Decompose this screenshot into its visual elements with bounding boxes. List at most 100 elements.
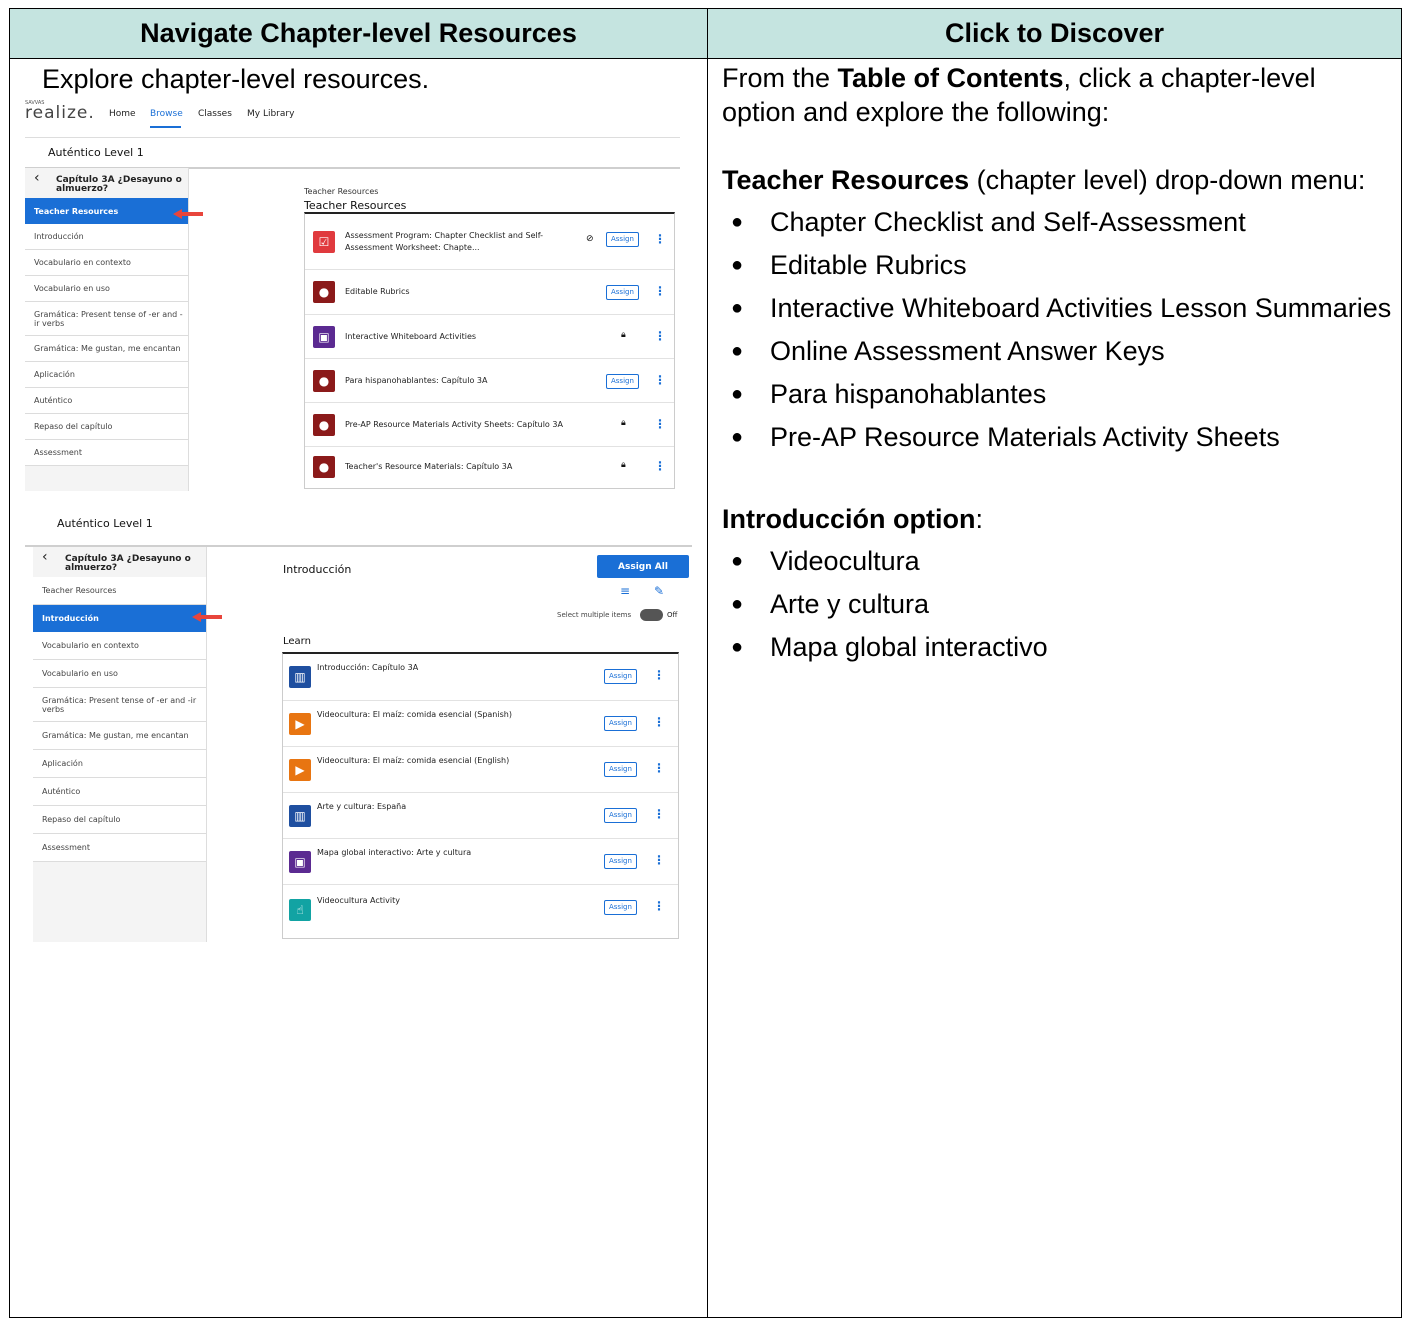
whiteboard-icon: ▣ bbox=[313, 325, 335, 348]
nav-my-library[interactable]: My Library bbox=[247, 109, 294, 119]
sidebar-item-gramatica-present[interactable]: Gramática: Present tense of -er and -ir … bbox=[25, 302, 188, 336]
title-bar: Auténtico Level 1 bbox=[25, 137, 680, 169]
playlist-icon[interactable]: ≡ bbox=[620, 584, 630, 598]
sidebar-item-vocabulario-contexto[interactable]: Vocabulario en contexto bbox=[25, 250, 188, 276]
more-options-icon[interactable]: ⋮ bbox=[654, 232, 666, 246]
sidebar-item-autentico[interactable]: Auténtico bbox=[33, 778, 206, 806]
sidebar-item-gramatica-gustan[interactable]: Gramática: Me gustan, me encantan bbox=[25, 336, 188, 362]
more-options-icon[interactable]: ⋮ bbox=[654, 417, 666, 431]
list-item: ● Arte y cultura bbox=[731, 589, 930, 619]
sidebar-item-aplicacion[interactable]: Aplicación bbox=[25, 362, 188, 388]
sidebar-item-gramatica-gustan[interactable]: Gramática: Me gustan, me encantan bbox=[33, 722, 206, 750]
hidden-eye-icon[interactable]: ⊘ bbox=[586, 234, 594, 244]
sidebar-item-introduccion[interactable]: Introducción bbox=[33, 605, 206, 632]
section-heading: Learn bbox=[283, 636, 311, 647]
top-nav: SAVVAS realize. Home Browse Classes My Li… bbox=[25, 99, 680, 137]
realize-logo: SAVVAS realize. bbox=[25, 100, 95, 123]
list-item[interactable]: ● Editable Rubrics Assign ⋮ bbox=[305, 270, 674, 315]
resource-list: ▥ Introducción: Capítulo 3A Assign ⋮ ▶ V… bbox=[282, 652, 679, 939]
sidebar: ‹ Capítulo 3A ¿Desayuno o almuerzo? Teac… bbox=[33, 547, 207, 942]
list-item[interactable]: ▶ Videocultura: El maíz: comida esencial… bbox=[283, 701, 678, 747]
sidebar-item-aplicacion[interactable]: Aplicación bbox=[33, 750, 206, 778]
content-title: Teacher Resources bbox=[304, 199, 407, 212]
more-options-icon[interactable]: ⋮ bbox=[653, 715, 665, 729]
introduccion-heading: Introducción option: bbox=[722, 504, 983, 534]
more-options-icon[interactable]: ⋮ bbox=[653, 853, 665, 867]
sidebar-item-assessment[interactable]: Assessment bbox=[25, 440, 188, 466]
screenshot-teacher-resources: SAVVAS realize. Home Browse Classes My Li… bbox=[25, 99, 680, 491]
list-item: ● Videocultura bbox=[731, 546, 920, 576]
lock-icon: 🔒︎ bbox=[621, 330, 626, 340]
list-item: ● Editable Rubrics bbox=[731, 250, 967, 280]
teacher-resources-heading: Teacher Resources (chapter level) drop-d… bbox=[722, 165, 1366, 195]
sidebar-item-autentico[interactable]: Auténtico bbox=[25, 388, 188, 414]
list-item[interactable]: ▥ Arte y cultura: España Assign ⋮ bbox=[283, 793, 678, 839]
sidebar-item-vocabulario-uso[interactable]: Vocabulario en uso bbox=[33, 660, 206, 688]
select-multiple-toggle[interactable] bbox=[640, 609, 663, 621]
chapter-back-button[interactable]: ‹ Capítulo 3A ¿Desayuno o almuerzo? bbox=[33, 547, 206, 577]
document-table: Navigate Chapter-level Resources Click t… bbox=[9, 8, 1402, 1318]
sidebar-item-introduccion[interactable]: Introducción bbox=[25, 224, 188, 250]
list-item[interactable]: ▥ Introducción: Capítulo 3A Assign ⋮ bbox=[283, 654, 678, 701]
chevron-left-icon: ‹ bbox=[42, 549, 48, 565]
list-item[interactable]: ▣ Mapa global interactivo: Arte y cultur… bbox=[283, 839, 678, 885]
nav-active-underline bbox=[150, 126, 181, 128]
red-arrow-pointer bbox=[192, 612, 222, 622]
sidebar-item-repaso[interactable]: Repaso del capítulo bbox=[25, 414, 188, 440]
checklist-icon: ☑ bbox=[313, 230, 335, 253]
list-item[interactable]: ● Teacher's Resource Materials: Capítulo… bbox=[305, 447, 674, 487]
chevron-left-icon: ‹ bbox=[34, 170, 40, 186]
sidebar-item-gramatica-present[interactable]: Gramática: Present tense of -er and -ir … bbox=[33, 688, 206, 722]
assign-button[interactable]: Assign bbox=[604, 900, 637, 915]
course-title: Auténtico Level 1 bbox=[48, 146, 144, 159]
more-options-icon[interactable]: ⋮ bbox=[654, 373, 666, 387]
list-item[interactable]: ☝ Videocultura Activity Assign ⋮ bbox=[283, 885, 678, 934]
apple-icon: ● bbox=[313, 413, 335, 436]
assign-button[interactable]: Assign bbox=[606, 374, 639, 389]
apple-icon: ● bbox=[313, 369, 335, 392]
sidebar-item-vocabulario-uso[interactable]: Vocabulario en uso bbox=[25, 276, 188, 302]
assign-button[interactable]: Assign bbox=[606, 285, 639, 300]
lock-icon: 🔒︎ bbox=[621, 418, 626, 428]
apple-icon: ● bbox=[313, 456, 335, 478]
more-options-icon[interactable]: ⋮ bbox=[654, 284, 666, 298]
assign-button[interactable]: Assign bbox=[606, 232, 639, 247]
nav-home[interactable]: Home bbox=[109, 109, 136, 119]
right-column-header: Click to Discover bbox=[708, 9, 1401, 59]
lock-icon: 🔒︎ bbox=[621, 460, 626, 470]
apple-icon: ● bbox=[313, 281, 335, 303]
list-item: ● Para hispanohablantes bbox=[731, 379, 1047, 409]
assign-button[interactable]: Assign bbox=[604, 854, 637, 869]
sidebar-item-assessment[interactable]: Assessment bbox=[33, 834, 206, 862]
play-icon: ▶ bbox=[289, 758, 311, 781]
assign-button[interactable]: Assign bbox=[604, 762, 637, 777]
list-item[interactable]: ☑ Assessment Program: Chapter Checklist … bbox=[305, 214, 674, 270]
book-icon: ▥ bbox=[289, 804, 311, 827]
edit-icon[interactable]: ✎ bbox=[654, 584, 664, 598]
more-options-icon[interactable]: ⋮ bbox=[653, 807, 665, 821]
list-item: ● Online Assessment Answer Keys bbox=[731, 336, 1165, 366]
nav-browse[interactable]: Browse bbox=[150, 109, 183, 119]
list-item[interactable]: ● Pre-AP Resource Materials Activity She… bbox=[305, 403, 674, 447]
list-item[interactable]: ▣ Interactive Whiteboard Activities 🔒︎ ⋮ bbox=[305, 315, 674, 359]
assign-button[interactable]: Assign bbox=[604, 808, 637, 823]
sidebar-item-vocabulario-contexto[interactable]: Vocabulario en contexto bbox=[33, 632, 206, 660]
more-options-icon[interactable]: ⋮ bbox=[654, 329, 666, 343]
more-options-icon[interactable]: ⋮ bbox=[653, 761, 665, 775]
more-options-icon[interactable]: ⋮ bbox=[654, 459, 666, 473]
chapter-back-button[interactable]: ‹ Capítulo 3A ¿Desayuno o almuerzo? bbox=[25, 168, 188, 198]
assign-button[interactable]: Assign bbox=[604, 669, 637, 684]
list-item[interactable]: ▶ Videocultura: El maíz: comida esencial… bbox=[283, 747, 678, 793]
breadcrumb: Teacher Resources bbox=[304, 187, 379, 196]
course-title: Auténtico Level 1 bbox=[57, 517, 153, 530]
more-options-icon[interactable]: ⋮ bbox=[653, 899, 665, 913]
sidebar-item-repaso[interactable]: Repaso del capítulo bbox=[33, 806, 206, 834]
more-options-icon[interactable]: ⋮ bbox=[653, 668, 665, 682]
sidebar-item-teacher-resources[interactable]: Teacher Resources bbox=[25, 198, 188, 224]
assign-all-button[interactable]: Assign All bbox=[597, 555, 689, 578]
list-item[interactable]: ● Para hispanohablantes: Capítulo 3A Ass… bbox=[305, 359, 674, 403]
sidebar-item-teacher-resources[interactable]: Teacher Resources bbox=[33, 577, 206, 605]
assign-button[interactable]: Assign bbox=[604, 716, 637, 731]
nav-classes[interactable]: Classes bbox=[198, 109, 232, 119]
intro-text: Explore chapter-level resources. bbox=[42, 64, 430, 94]
